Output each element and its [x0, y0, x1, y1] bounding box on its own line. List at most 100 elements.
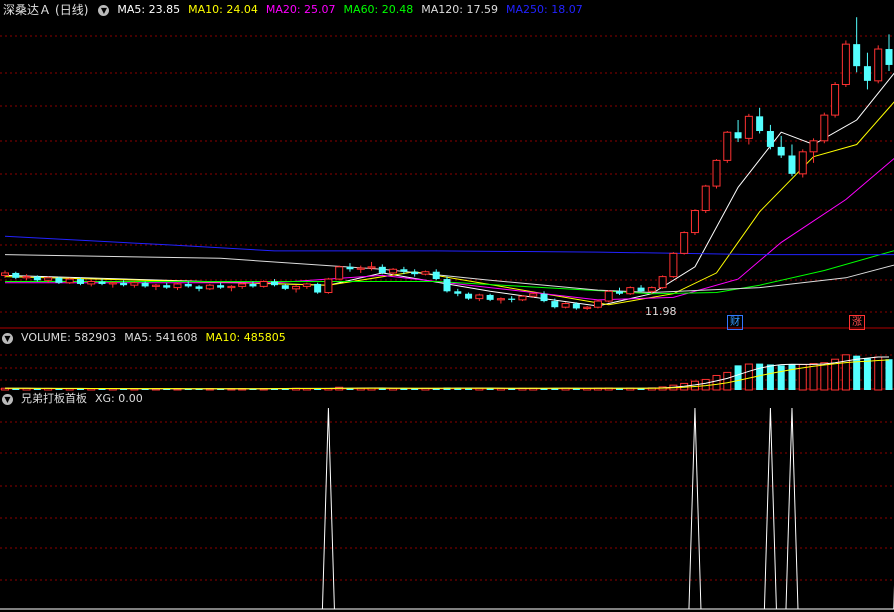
volume-bar	[712, 374, 721, 391]
candle-body	[593, 300, 602, 308]
volume-bar	[744, 363, 753, 391]
candle-body	[798, 151, 807, 175]
volume-bar	[788, 364, 796, 390]
candle-body	[637, 287, 645, 292]
candle-body	[411, 271, 419, 275]
candle-body	[432, 271, 440, 280]
low-price-label: 11.98	[645, 305, 677, 318]
volume-bar	[820, 362, 829, 391]
candle-body	[65, 278, 74, 284]
candle-body	[604, 290, 613, 302]
candle-body	[658, 276, 667, 289]
candle-body	[626, 287, 635, 295]
candle-body	[561, 303, 570, 308]
candle-body	[346, 266, 354, 270]
candle-body	[367, 266, 376, 269]
candle-body	[141, 282, 149, 287]
candle-body	[259, 281, 268, 287]
candle-body	[324, 278, 333, 294]
xg-signal-spike	[785, 407, 799, 610]
candle-body	[22, 276, 31, 279]
candle-body	[0, 272, 10, 276]
candle-body	[271, 281, 279, 286]
volume-bar	[777, 365, 785, 390]
candle-body	[120, 282, 128, 286]
candle-body	[108, 282, 117, 285]
candle-body	[195, 286, 203, 289]
candle-body	[314, 283, 322, 293]
finance-marker[interactable]: 财	[727, 315, 743, 330]
candle-body	[680, 232, 689, 254]
candle-body	[820, 114, 829, 142]
volume-bar	[874, 356, 883, 391]
candle-body	[55, 277, 63, 283]
candle-body	[400, 269, 408, 272]
volume-bar	[701, 378, 710, 391]
candle-body	[841, 43, 850, 86]
xg-signal-spike	[688, 407, 702, 610]
volume-bar	[853, 355, 861, 390]
candle-body	[647, 287, 656, 292]
candle-body	[756, 116, 764, 132]
candle-body	[184, 283, 192, 287]
candle-body	[853, 44, 861, 67]
candle-body	[421, 271, 430, 275]
candle-body	[217, 285, 225, 288]
candle-body	[12, 272, 20, 278]
candle-body	[572, 303, 580, 309]
candle-body	[151, 284, 160, 287]
candle-body	[496, 298, 505, 301]
candle-body	[777, 146, 785, 156]
candle-body	[87, 281, 96, 285]
candle-body	[443, 279, 451, 292]
candle-body	[475, 294, 484, 300]
candle-body	[874, 48, 883, 82]
candle-body	[712, 159, 721, 187]
candle-body	[389, 268, 398, 274]
candle-body	[863, 66, 871, 81]
candle-body	[33, 276, 41, 281]
candle-body	[583, 306, 592, 309]
candle-body	[44, 277, 53, 281]
candle-body	[454, 291, 462, 294]
candle-body	[281, 285, 289, 289]
candle-body	[486, 294, 494, 300]
candle-body	[465, 293, 473, 299]
candle-body	[130, 282, 139, 286]
candle-body	[98, 281, 106, 284]
candle-body	[292, 285, 301, 290]
candle-body	[766, 131, 774, 147]
candle-body	[76, 279, 84, 284]
volume-bar	[734, 365, 742, 390]
volume-bar	[863, 358, 871, 390]
ma-line-ma5	[4, 72, 894, 307]
volume-bar	[766, 364, 774, 390]
candle-body	[529, 293, 538, 297]
candle-body	[205, 284, 214, 290]
limit-marker[interactable]: 涨	[849, 315, 865, 330]
candle-body	[744, 115, 753, 139]
candle-body	[551, 301, 559, 308]
candle-body	[163, 285, 171, 288]
candle-body	[249, 283, 257, 287]
volume-bar	[809, 363, 818, 391]
candle-body	[173, 283, 182, 289]
candle-body	[227, 285, 236, 289]
candle-body	[302, 283, 311, 287]
candle-body	[734, 132, 742, 139]
candle-body	[518, 295, 527, 301]
candle-body	[615, 291, 623, 294]
xg-signal-spike	[321, 407, 335, 610]
candle-body	[690, 210, 699, 234]
stock-chart[interactable]	[0, 0, 894, 612]
candle-body	[885, 49, 893, 65]
candle-body	[723, 131, 732, 161]
candle-body	[701, 185, 710, 212]
candle-body	[540, 293, 548, 302]
volume-bar	[841, 354, 850, 391]
candle-body	[669, 252, 678, 278]
volume-bar	[885, 359, 893, 390]
candle-body	[809, 140, 818, 153]
candle-body	[356, 267, 365, 270]
xg-signal-spike	[763, 407, 777, 610]
